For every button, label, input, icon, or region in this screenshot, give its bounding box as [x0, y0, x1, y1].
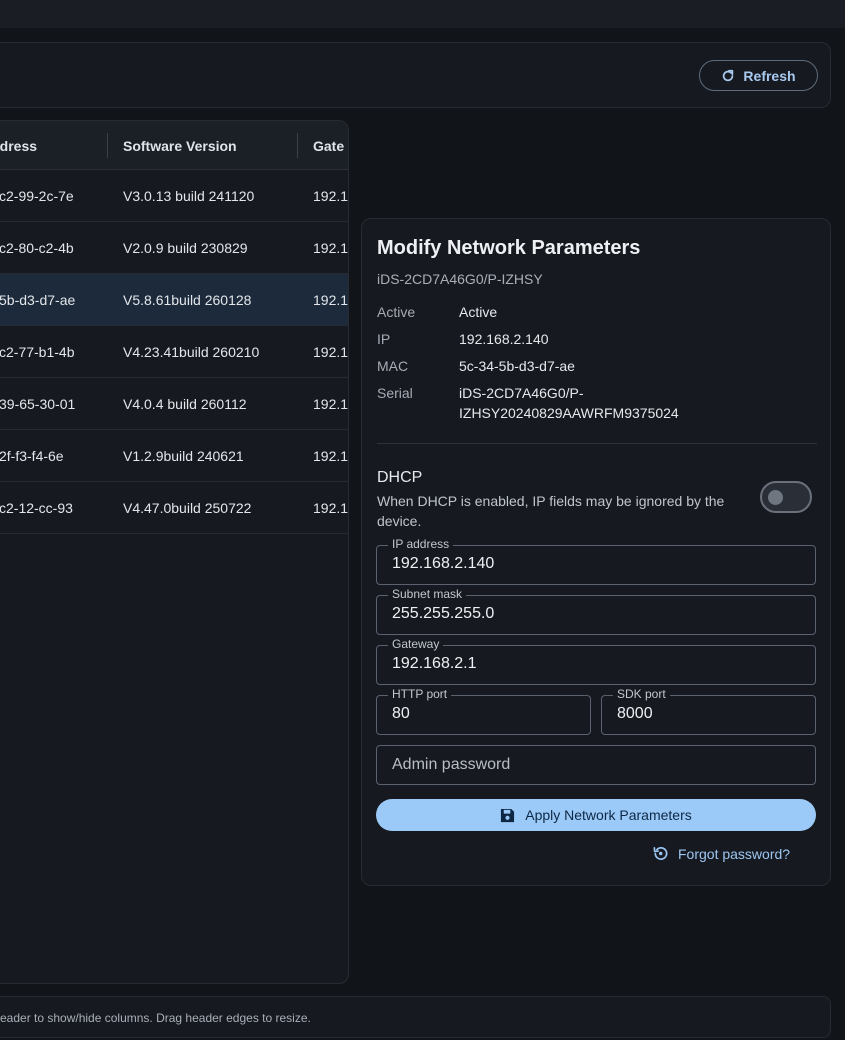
- cell-address: 5b-d3-d7-ae: [0, 292, 76, 308]
- mac-value: 5c-34-5b-d3-d7-ae: [459, 358, 575, 374]
- cell-gateway: 192.1: [313, 240, 349, 256]
- active-value: Active: [459, 304, 498, 320]
- panel-title: Modify Network Parameters: [377, 237, 641, 259]
- cell-software-version: V1.2.9build 240621: [123, 448, 244, 464]
- refresh-button[interactable]: Refresh: [699, 60, 818, 91]
- network-parameters-panel: Modify Network Parameters iDS-2CD7A46G0/…: [361, 218, 831, 886]
- http-port-label: HTTP port: [388, 687, 452, 701]
- table-row[interactable]: 2f-f3-f4-6e V1.2.9build 240621 192.1: [0, 430, 349, 482]
- table-row[interactable]: c2-77-b1-4b V4.23.41build 260210 192.1: [0, 326, 349, 378]
- dhcp-title: DHCP: [377, 469, 423, 486]
- cell-address: c2-12-cc-93: [0, 500, 73, 516]
- column-resize-handle[interactable]: [107, 133, 108, 158]
- ip-address-label: IP address: [388, 537, 454, 551]
- cell-software-version: V2.0.9 build 230829: [123, 240, 248, 256]
- subnet-mask-field[interactable]: Subnet mask 255.255.255.0: [376, 587, 816, 635]
- gateway-field[interactable]: Gateway 192.168.2.1: [376, 637, 816, 685]
- column-header-software-version[interactable]: Software Version: [123, 121, 237, 170]
- subnet-mask-value: 255.255.255.0: [392, 605, 495, 622]
- reset-password-icon: [653, 846, 668, 860]
- column-header-gateway[interactable]: Gate: [313, 121, 344, 170]
- cell-software-version: V3.0.13 build 241120: [123, 188, 255, 204]
- top-bar: [0, 0, 845, 28]
- gateway-label: Gateway: [388, 637, 444, 651]
- cell-software-version: V4.23.41build 260210: [123, 344, 260, 360]
- http-port-field[interactable]: HTTP port 80: [376, 687, 591, 735]
- ip-address-value: 192.168.2.140: [392, 555, 495, 572]
- admin-password-field[interactable]: [376, 745, 816, 785]
- ip-address-field[interactable]: IP address 192.168.2.140: [376, 537, 816, 585]
- footer-hint: eader to show/hide columns. Drag header …: [0, 1011, 311, 1025]
- refresh-label: Refresh: [743, 67, 796, 84]
- cell-address: c2-77-b1-4b: [0, 344, 75, 360]
- forgot-password-link[interactable]: Forgot password?: [652, 845, 790, 862]
- ip-value: 192.168.2.140: [459, 331, 549, 347]
- serial-value-line1: iDS-2CD7A46G0/P-: [459, 385, 584, 401]
- apply-label: Apply Network Parameters: [525, 807, 692, 823]
- admin-password-input[interactable]: [377, 746, 815, 784]
- device-table: Address Software Version Gate c2-99-2c-7…: [0, 120, 349, 984]
- apply-network-parameters-button[interactable]: Apply Network Parameters: [376, 799, 816, 831]
- forgot-password-label: Forgot password?: [678, 845, 791, 862]
- table-row[interactable]: c2-80-c2-4b V2.0.9 build 230829 192.1: [0, 222, 349, 274]
- table-header: Address Software Version Gate: [0, 121, 348, 170]
- cell-software-version: V4.0.4 build 260112: [123, 396, 247, 412]
- sdk-port-field[interactable]: SDK port 8000: [601, 687, 816, 735]
- subnet-mask-label: Subnet mask: [388, 587, 467, 601]
- table-row[interactable]: 39-65-30-01 V4.0.4 build 260112 192.1: [0, 378, 349, 430]
- cell-gateway: 192.1: [313, 344, 349, 360]
- dhcp-description: When DHCP is enabled, IP fields may be i…: [377, 493, 725, 529]
- cell-gateway: 192.1: [313, 500, 349, 516]
- divider: [377, 443, 817, 444]
- table-row-selected[interactable]: 5b-d3-d7-ae V5.8.61build 260128 192.1: [0, 274, 349, 326]
- cell-address: c2-80-c2-4b: [0, 240, 74, 256]
- refresh-icon: [723, 69, 734, 81]
- save-icon: [501, 808, 515, 822]
- active-label: Active: [377, 304, 416, 320]
- mac-label: MAC: [377, 358, 409, 374]
- serial-value-line2: IZHSY20240829AAWRFM9375024: [459, 405, 679, 421]
- table-row[interactable]: c2-99-2c-7e V3.0.13 build 241120 192.1: [0, 170, 349, 222]
- device-model: iDS-2CD7A46G0/P-IZHSY: [377, 271, 543, 287]
- cell-gateway: 192.1: [313, 292, 349, 308]
- cell-gateway: 192.1: [313, 396, 349, 412]
- column-resize-handle[interactable]: [297, 133, 298, 158]
- sdk-port-label: SDK port: [613, 687, 670, 701]
- cell-gateway: 192.1: [313, 448, 349, 464]
- gateway-value: 192.168.2.1: [392, 655, 477, 672]
- cell-gateway: 192.1: [313, 188, 349, 204]
- cell-software-version: V5.8.61build 260128: [123, 292, 252, 308]
- cell-address: c2-99-2c-7e: [0, 188, 74, 204]
- cell-address: 2f-f3-f4-6e: [0, 448, 64, 464]
- cell-address: 39-65-30-01: [0, 396, 76, 412]
- ip-label: IP: [377, 331, 391, 347]
- cell-software-version: V4.47.0build 250722: [123, 500, 252, 516]
- table-row[interactable]: c2-12-cc-93 V4.47.0build 250722 192.1: [0, 482, 349, 534]
- http-port-value: 80: [392, 705, 410, 722]
- dhcp-toggle[interactable]: [760, 481, 812, 513]
- serial-label: Serial: [377, 385, 413, 401]
- toggle-knob: [768, 490, 783, 505]
- sdk-port-value: 8000: [617, 705, 653, 722]
- column-header-address[interactable]: Address: [0, 121, 37, 170]
